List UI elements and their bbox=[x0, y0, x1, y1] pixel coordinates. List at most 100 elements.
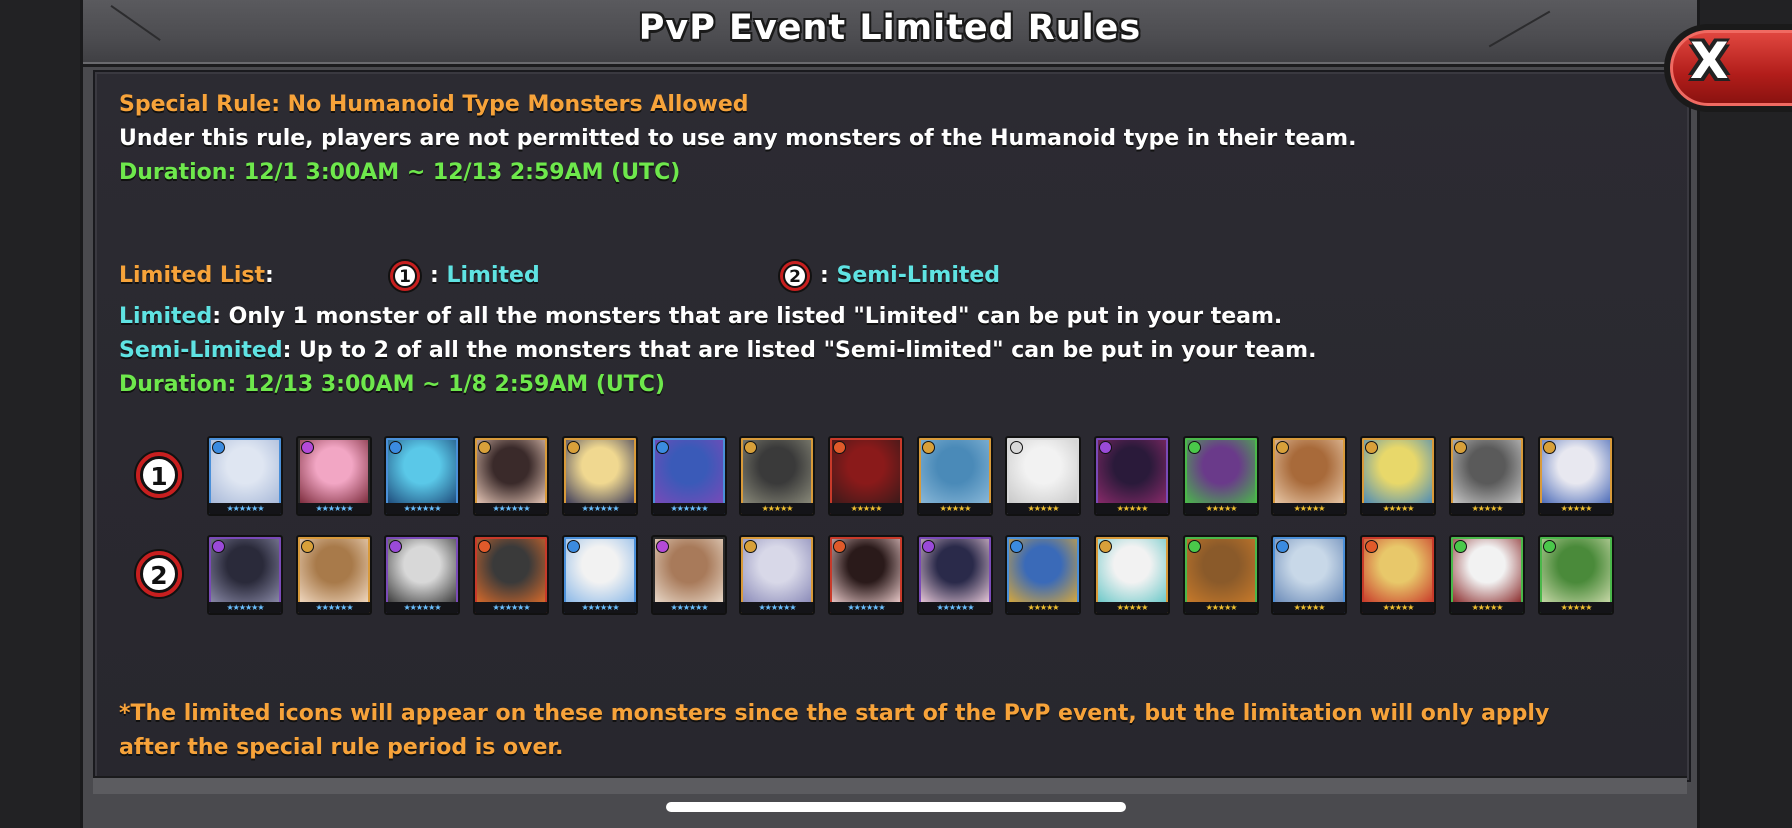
star-rating: ★★★★★ bbox=[1273, 503, 1345, 514]
limited-explanation: Limited: Only 1 monster of all the monst… bbox=[119, 302, 1282, 332]
legend-separator: : bbox=[820, 263, 829, 288]
star-rating: ★★★★★ bbox=[1007, 602, 1079, 613]
star-rating: ★★★★★ bbox=[741, 503, 813, 514]
legend-limited-text: Limited bbox=[446, 263, 540, 288]
star-rating: ★★★★★ bbox=[1451, 503, 1523, 514]
limited-list-colon: : bbox=[265, 263, 274, 288]
dialog-bottom-rim bbox=[93, 776, 1687, 794]
monster-tile[interactable]: ★★★★★ bbox=[1094, 436, 1170, 516]
legend-semi-limited: : Semi-Limited bbox=[820, 261, 1000, 291]
limited-list-label: Limited List: bbox=[119, 261, 274, 291]
element-orb-icon bbox=[1099, 540, 1112, 553]
element-orb-icon bbox=[833, 441, 846, 454]
monster-tile[interactable]: ★★★★★★ bbox=[739, 535, 815, 615]
monster-tile[interactable]: ★★★★★ bbox=[1183, 436, 1259, 516]
monster-tile[interactable]: ★★★★★ bbox=[1271, 436, 1347, 516]
monster-tile[interactable]: ★★★★★★ bbox=[207, 535, 283, 615]
left-margin bbox=[0, 0, 80, 828]
monster-tile[interactable]: ★★★★★★ bbox=[384, 436, 460, 516]
monster-tile[interactable]: ★★★★★★ bbox=[207, 436, 283, 516]
star-rating: ★★★★★★ bbox=[386, 503, 458, 514]
monster-tile[interactable]: ★★★★★★ bbox=[296, 535, 372, 615]
monster-tile[interactable]: ★★★★★★ bbox=[651, 436, 727, 516]
star-rating: ★★★★★ bbox=[1540, 602, 1612, 613]
element-orb-icon bbox=[212, 441, 225, 454]
monster-tile[interactable]: ★★★★★ bbox=[828, 436, 904, 516]
element-orb-icon bbox=[1543, 441, 1556, 454]
semi-limited-badge-number: 2 bbox=[783, 264, 807, 288]
element-orb-icon bbox=[1454, 441, 1467, 454]
element-orb-icon bbox=[656, 540, 669, 553]
monster-tile[interactable]: ★★★★★ bbox=[1360, 436, 1436, 516]
star-rating: ★★★★★★ bbox=[741, 602, 813, 613]
element-orb-icon bbox=[1276, 441, 1289, 454]
monster-tile[interactable]: ★★★★★★ bbox=[296, 436, 372, 516]
element-orb-icon bbox=[656, 441, 669, 454]
star-rating: ★★★★★★ bbox=[475, 503, 547, 514]
close-button-face[interactable] bbox=[1670, 30, 1792, 106]
monster-tile[interactable]: ★★★★★ bbox=[917, 436, 993, 516]
monster-tile[interactable]: ★★★★★★ bbox=[828, 535, 904, 615]
limited-badge-number: 1 bbox=[393, 264, 417, 288]
star-rating: ★★★★★★ bbox=[298, 602, 370, 613]
star-rating: ★★★★★★ bbox=[564, 602, 636, 613]
star-rating: ★★★★★★ bbox=[209, 503, 281, 514]
monster-tile[interactable]: ★★★★★ bbox=[1005, 436, 1081, 516]
star-rating: ★★★★★ bbox=[1451, 602, 1523, 613]
monster-tile[interactable]: ★★★★★★ bbox=[473, 436, 549, 516]
monster-tile[interactable]: ★★★★★ bbox=[739, 436, 815, 516]
element-orb-icon bbox=[212, 540, 225, 553]
monster-tile[interactable]: ★★★★★ bbox=[1449, 436, 1525, 516]
star-rating: ★★★★★★ bbox=[830, 602, 902, 613]
monster-tile[interactable]: ★★★★★★ bbox=[917, 535, 993, 615]
monster-tile[interactable]: ★★★★★ bbox=[1094, 535, 1170, 615]
monster-tile[interactable]: ★★★★★★ bbox=[562, 436, 638, 516]
element-orb-icon bbox=[1365, 540, 1378, 553]
legend-separator: : bbox=[430, 263, 439, 288]
element-orb-icon bbox=[833, 540, 846, 553]
star-rating: ★★★★★ bbox=[919, 503, 991, 514]
element-orb-icon bbox=[389, 441, 402, 454]
monster-tile[interactable]: ★★★★★ bbox=[1183, 535, 1259, 615]
row-semi-limited-badge-icon: 2 bbox=[134, 549, 184, 599]
star-rating: ★★★★★ bbox=[1007, 503, 1079, 514]
star-rating: ★★★★★★ bbox=[919, 602, 991, 613]
monster-tile[interactable]: ★★★★★★ bbox=[651, 535, 727, 615]
semi-limited-explanation: Semi-Limited: Up to 2 of all the monster… bbox=[119, 336, 1316, 366]
semi-limited-term: Semi-Limited bbox=[119, 338, 283, 363]
star-rating: ★★★★★ bbox=[1362, 503, 1434, 514]
star-rating: ★★★★★ bbox=[1096, 503, 1168, 514]
element-orb-icon bbox=[567, 441, 580, 454]
element-orb-icon bbox=[922, 441, 935, 454]
dialog-header: PvP Event Limited Rules bbox=[83, 0, 1697, 78]
footnote-line-1: *The limited icons will appear on these … bbox=[119, 701, 1550, 726]
monster-tile[interactable]: ★★★★★ bbox=[1271, 535, 1347, 615]
game-screen: PvP Event Limited Rules Special Rule: No… bbox=[0, 0, 1792, 828]
element-orb-icon bbox=[567, 540, 580, 553]
monster-tile[interactable]: ★★★★★★ bbox=[384, 535, 460, 615]
element-orb-icon bbox=[1188, 441, 1201, 454]
limited-term: Limited bbox=[119, 304, 213, 329]
element-orb-icon bbox=[922, 540, 935, 553]
monster-tile[interactable]: ★★★★★ bbox=[1449, 535, 1525, 615]
close-button[interactable]: X bbox=[1664, 24, 1792, 112]
element-orb-icon bbox=[389, 540, 402, 553]
close-icon[interactable]: X bbox=[1690, 30, 1729, 92]
element-orb-icon bbox=[1188, 540, 1201, 553]
monster-tile[interactable]: ★★★★★ bbox=[1360, 535, 1436, 615]
special-rule-description: Under this rule, players are not permitt… bbox=[119, 126, 1357, 151]
star-rating: ★★★★★ bbox=[1273, 602, 1345, 613]
monster-tile[interactable]: ★★★★★ bbox=[1538, 535, 1614, 615]
monster-tile[interactable]: ★★★★★★ bbox=[562, 535, 638, 615]
monster-tile[interactable]: ★★★★★★ bbox=[473, 535, 549, 615]
home-indicator-bar[interactable] bbox=[666, 802, 1126, 812]
monster-tile[interactable]: ★★★★★ bbox=[1005, 535, 1081, 615]
footnote-line-2: after the special rule period is over. bbox=[119, 735, 564, 760]
semi-limited-description: : Up to 2 of all the monsters that are l… bbox=[282, 338, 1317, 363]
legend-semi-limited-text: Semi-Limited bbox=[836, 263, 1001, 288]
monster-tile[interactable]: ★★★★★ bbox=[1538, 436, 1614, 516]
dialog-title: PvP Event Limited Rules bbox=[638, 8, 1142, 48]
special-rule-duration: Duration: 12/1 3:00AM ~ 12/13 2:59AM (UT… bbox=[119, 160, 681, 185]
star-rating: ★★★★★ bbox=[1185, 503, 1257, 514]
star-rating: ★★★★★★ bbox=[564, 503, 636, 514]
